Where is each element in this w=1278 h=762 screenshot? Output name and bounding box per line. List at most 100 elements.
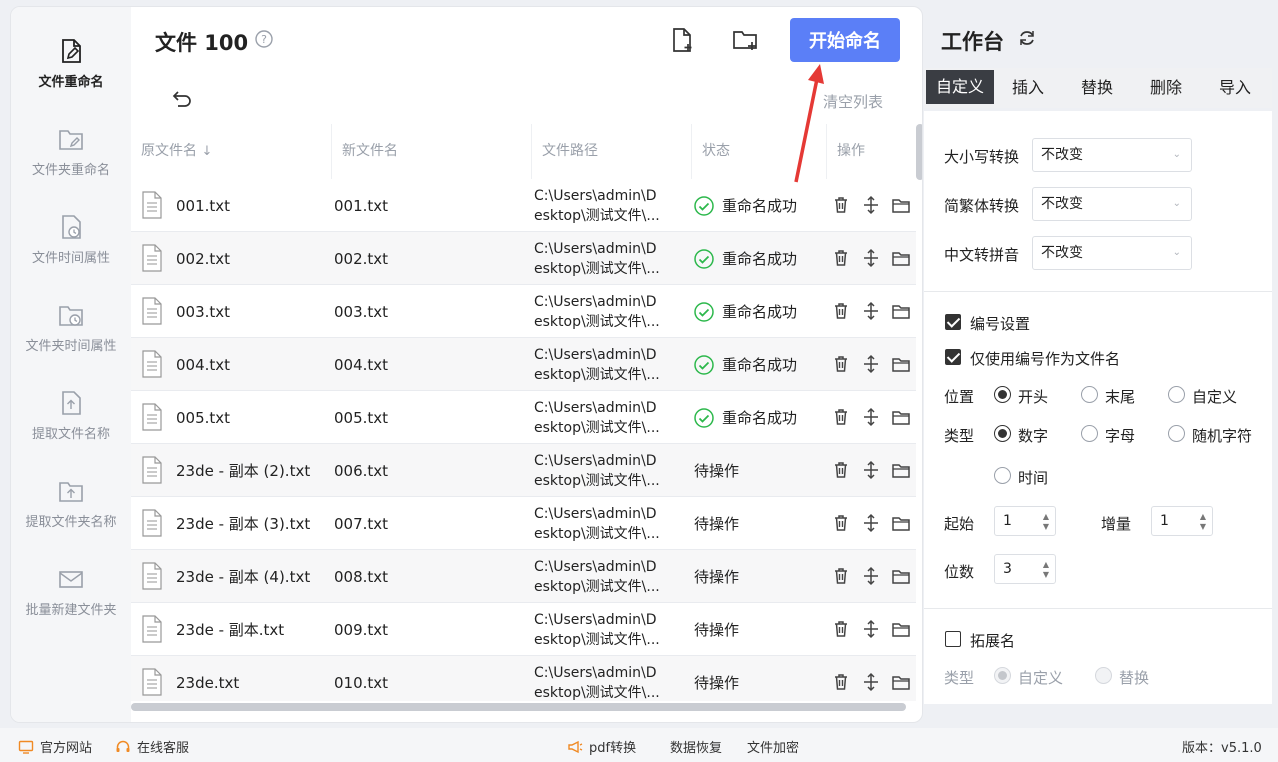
col-header-original[interactable]: 原文件名 ↓ [131, 124, 331, 179]
move-icon[interactable] [861, 566, 881, 586]
table-row[interactable]: 23de.txt 010.txt C:\Users\admin\D esktop\测试… [131, 656, 916, 701]
move-icon[interactable] [861, 248, 881, 268]
trash-icon[interactable] [831, 248, 851, 268]
new-name: 008.txt [334, 567, 389, 586]
move-icon[interactable] [861, 195, 881, 215]
type-radio-time[interactable] [994, 467, 1011, 484]
file-path: C:\Users\admin\D esktop\测试文件\... [534, 664, 660, 701]
pdf-link[interactable]: pdf转换 [567, 737, 636, 756]
start-rename-button[interactable]: 开始命名 [790, 18, 900, 62]
tab-import[interactable]: 导入 [1201, 68, 1269, 108]
trash-icon[interactable] [831, 354, 851, 374]
pinyin-select[interactable]: 不改变 ⌄ [1032, 236, 1192, 270]
type-radio-random[interactable] [1168, 425, 1185, 442]
website-link[interactable]: 官方网站 [18, 737, 92, 756]
tab-replace[interactable]: 替换 [1063, 68, 1131, 108]
move-icon[interactable] [861, 460, 881, 480]
sidebar-item-file-time[interactable]: 文件时间属性 [11, 213, 131, 266]
trash-icon[interactable] [831, 513, 851, 533]
trash-icon[interactable] [831, 672, 851, 692]
tab-custom[interactable]: 自定义 [926, 70, 994, 104]
stepper-up-icon[interactable]: ▲ [1200, 513, 1206, 521]
new-name: 007.txt [334, 514, 389, 533]
table-row[interactable]: 002.txt 002.txt C:\Users\admin\D esktop\测试文… [131, 232, 916, 285]
ext-type-radio-custom[interactable] [994, 667, 1011, 684]
folder-open-icon[interactable] [891, 354, 911, 374]
trash-icon[interactable] [831, 619, 851, 639]
table-row[interactable]: 23de - 副本 (2).txt 006.txt C:\Users\admin\D… [131, 444, 916, 497]
folder-open-icon[interactable] [891, 407, 911, 427]
numbering-checkbox[interactable] [945, 314, 961, 330]
table-row[interactable]: 005.txt 005.txt C:\Users\admin\D esktop\测试文… [131, 391, 916, 444]
digits-stepper[interactable]: 3 ▲ ▼ [994, 554, 1056, 584]
trash-icon[interactable] [831, 566, 851, 586]
trash-icon[interactable] [831, 460, 851, 480]
table-row[interactable]: 001.txt 001.txt C:\Users\admin\D esktop\测试文… [131, 179, 916, 232]
move-icon[interactable] [861, 407, 881, 427]
folder-open-icon[interactable] [891, 248, 911, 268]
extension-checkbox[interactable] [945, 631, 961, 647]
add-file-icon[interactable] [669, 27, 695, 53]
clear-list-link[interactable]: 清空列表 [823, 91, 883, 112]
sidebar-item-extract-file[interactable]: 提取文件名称 [11, 389, 131, 442]
help-icon[interactable]: ? [255, 30, 273, 48]
position-radio-custom[interactable] [1168, 386, 1185, 403]
position-radio-start[interactable] [994, 386, 1011, 403]
encrypt-link[interactable]: 文件加密 [747, 737, 799, 756]
folder-open-icon[interactable] [891, 195, 911, 215]
folder-open-icon[interactable] [891, 513, 911, 533]
folder-open-icon[interactable] [891, 619, 911, 639]
folder-open-icon[interactable] [891, 460, 911, 480]
trash-icon[interactable] [831, 407, 851, 427]
trash-icon[interactable] [831, 301, 851, 321]
table-row[interactable]: 23de - 副本.txt 009.txt C:\Users\admin\D eskt… [131, 603, 916, 656]
only-number-checkbox[interactable] [945, 349, 961, 365]
status: 重命名成功 [694, 391, 797, 444]
undo-icon[interactable] [171, 89, 193, 109]
recovery-link[interactable]: 数据恢复 [670, 737, 722, 756]
row-actions [831, 195, 911, 215]
refresh-icon[interactable] [1017, 28, 1037, 48]
stepper-down-icon[interactable]: ▼ [1043, 523, 1049, 531]
scrollbar-thumb[interactable] [916, 124, 922, 180]
trad-select[interactable]: 不改变 ⌄ [1032, 187, 1192, 221]
move-icon[interactable] [861, 513, 881, 533]
position-label: 位置 [944, 388, 975, 406]
sidebar-item-file-rename[interactable]: 文件重命名 [11, 37, 131, 90]
trash-icon[interactable] [831, 195, 851, 215]
position-radio-end[interactable] [1081, 386, 1098, 403]
move-icon[interactable] [861, 301, 881, 321]
tab-delete[interactable]: 删除 [1132, 68, 1200, 108]
horizontal-scrollbar[interactable] [131, 703, 906, 711]
table-row[interactable]: 23de - 副本 (3).txt 007.txt C:\Users\admin\D… [131, 497, 916, 550]
headset-icon [116, 740, 130, 752]
support-link[interactable]: 在线客服 [115, 737, 189, 756]
stepper-up-icon[interactable]: ▲ [1043, 513, 1049, 521]
move-icon[interactable] [861, 354, 881, 374]
sidebar-item-batch-folder[interactable]: 批量新建文件夹 [11, 565, 131, 618]
case-select[interactable]: 不改变 ⌄ [1032, 138, 1192, 172]
move-icon[interactable] [861, 619, 881, 639]
folder-open-icon[interactable] [891, 566, 911, 586]
tab-insert[interactable]: 插入 [994, 68, 1062, 108]
folder-open-icon[interactable] [891, 672, 911, 692]
vertical-scrollbar[interactable] [916, 124, 922, 704]
start-stepper[interactable]: 1 ▲ ▼ [994, 506, 1056, 536]
increment-stepper[interactable]: 1 ▲ ▼ [1151, 506, 1213, 536]
stepper-down-icon[interactable]: ▼ [1200, 523, 1206, 531]
type-radio-letter[interactable] [1081, 425, 1098, 442]
version-label: 版本：v5.1.0 [1182, 741, 1262, 756]
sidebar-item-folder-rename[interactable]: 文件夹重命名 [11, 125, 131, 178]
move-icon[interactable] [861, 672, 881, 692]
add-folder-icon[interactable] [732, 27, 758, 53]
stepper-up-icon[interactable]: ▲ [1043, 561, 1049, 569]
folder-open-icon[interactable] [891, 301, 911, 321]
table-row[interactable]: 003.txt 003.txt C:\Users\admin\D esktop\测试文… [131, 285, 916, 338]
table-row[interactable]: 004.txt 004.txt C:\Users\admin\D esktop\测试文… [131, 338, 916, 391]
ext-type-radio-replace[interactable] [1095, 667, 1112, 684]
sidebar-item-extract-folder[interactable]: 提取文件夹名称 [11, 477, 131, 530]
sidebar-item-folder-time[interactable]: 文件夹时间属性 [11, 301, 131, 354]
table-row[interactable]: 23de - 副本 (4).txt 008.txt C:\Users\admin\D… [131, 550, 916, 603]
stepper-down-icon[interactable]: ▼ [1043, 571, 1049, 579]
type-radio-number[interactable] [994, 425, 1011, 442]
